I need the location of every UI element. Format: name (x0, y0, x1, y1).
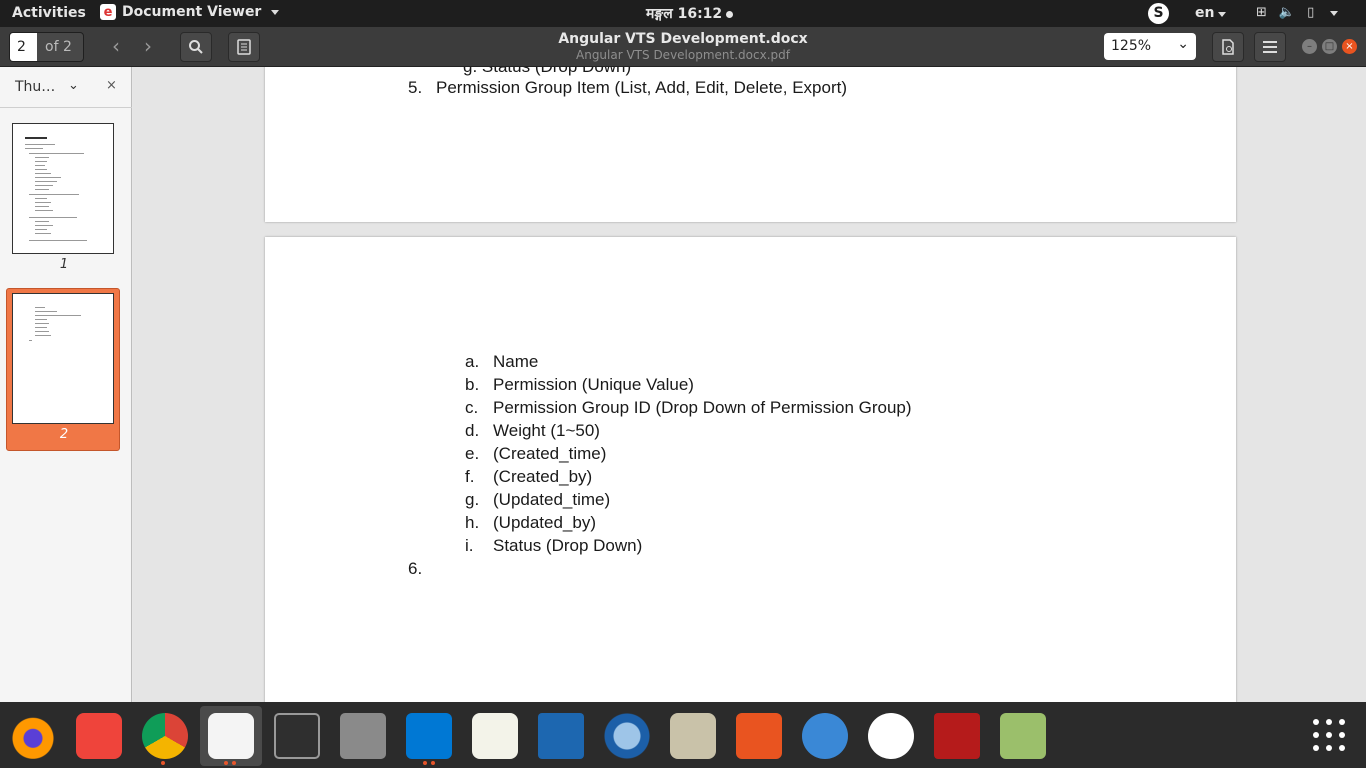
app-menu[interactable]: e Document Viewer (100, 4, 280, 20)
next-page-button[interactable]: › (133, 32, 163, 62)
document-subtitle: Angular VTS Development.docx.pdf (576, 48, 790, 62)
list-item-text: (Created_time) (493, 444, 607, 463)
list-item-text: (Updated_time) (493, 490, 611, 509)
terminal-icon[interactable] (274, 713, 320, 759)
language-label: en (1195, 5, 1215, 21)
zoom-selector[interactable]: 125% ⌄ (1104, 33, 1196, 60)
activities-button[interactable]: Activities (12, 5, 86, 21)
list-marker: g. (465, 490, 480, 509)
help-icon[interactable] (802, 713, 848, 759)
list-marker: h. (465, 513, 480, 532)
filezilla-icon[interactable] (934, 713, 980, 759)
document-page-1: g. Status (Drop Down) 5. Permission Grou… (265, 67, 1236, 222)
list-number: 5. (408, 78, 423, 97)
minimize-button[interactable]: – (1302, 39, 1317, 54)
page-thumbnail-selected[interactable] (12, 293, 114, 424)
rhythmbox-icon[interactable] (670, 713, 716, 759)
document-icon (1222, 39, 1234, 55)
list-item-text: (Updated_by) (493, 513, 597, 532)
close-window-button[interactable]: × (1342, 39, 1357, 54)
list-number: 6. (408, 559, 423, 578)
notification-dot-icon (726, 10, 734, 18)
thumbnail-label: 1 (59, 257, 69, 272)
vscode-icon[interactable] (406, 713, 452, 759)
list-marker: i. (465, 536, 474, 555)
document-page-2: a. Name b. Permission (Unique Value) c. … (265, 237, 1236, 702)
list-marker: d. (465, 421, 480, 440)
document-viewer-icon[interactable] (208, 713, 254, 759)
show-applications-icon[interactable] (1313, 719, 1345, 751)
dock (0, 702, 1366, 768)
search-button[interactable] (180, 32, 212, 62)
list-item-text: Permission Group Item (List, Add, Edit, … (436, 78, 847, 97)
chevron-down-icon (271, 9, 280, 15)
thunderbird-icon[interactable] (604, 713, 650, 759)
thumbnail-label: 2 (59, 427, 69, 442)
sidebar-header: Thu… ⌄ × (0, 67, 132, 108)
chevron-down-icon[interactable]: ⌄ (68, 78, 79, 93)
annotations-icon (237, 39, 251, 55)
chrome-icon[interactable] (142, 713, 188, 759)
document-viewer-app-icon: e (100, 4, 116, 20)
page-count-label: of 2 (45, 39, 72, 55)
page-selector: 2 of 2 (9, 32, 84, 62)
annotations-button[interactable] (228, 32, 260, 62)
chevron-down-icon (1218, 12, 1227, 17)
page-view-button[interactable] (1212, 32, 1244, 62)
firefox-icon[interactable] (10, 713, 56, 759)
volume-icon: 🔈 (1278, 5, 1296, 20)
search-icon (189, 40, 203, 54)
hamburger-icon (1263, 41, 1277, 53)
page-thumbnail[interactable] (12, 123, 114, 254)
document-view[interactable]: g. Status (Drop Down) 5. Permission Grou… (133, 67, 1366, 702)
document-title: Angular VTS Development.docx (558, 31, 808, 47)
anydesk-icon[interactable] (76, 713, 122, 759)
window-title: Angular VTS Development.docx Angular VTS… (483, 31, 883, 62)
list-item-text: (Created_by) (493, 467, 593, 486)
clock-label: मङ्गल 16:12 (646, 6, 723, 22)
app-menu-label: Document Viewer (122, 4, 262, 20)
zoom-value: 125% (1111, 38, 1152, 54)
top-bar: Activities e Document Viewer मङ्गल 16:12… (0, 0, 1366, 27)
header-bar: 2 of 2 ‹ › Angular VTS Development.docx … (0, 27, 1366, 67)
list-marker: f. (465, 467, 475, 486)
network-icon: ⊞ (1256, 5, 1267, 20)
partial-list-item: g. Status (Drop Down) (463, 67, 631, 77)
chevron-down-icon: ⌄ (1177, 36, 1189, 52)
libreoffice-impress-icon[interactable] (538, 713, 584, 759)
sidebar-mode-label[interactable]: Thu… (15, 79, 55, 95)
list-item-text: Weight (1~50) (493, 421, 600, 440)
chevron-down-icon (1330, 11, 1339, 16)
list-marker: c. (465, 398, 479, 417)
system-monitor-icon[interactable] (1000, 713, 1046, 759)
list-item-text: Name (493, 352, 539, 371)
files-icon[interactable] (340, 713, 386, 759)
skype-tray-icon[interactable]: S (1148, 3, 1169, 24)
language-selector[interactable]: en (1195, 5, 1227, 21)
list-item-text: Permission (Unique Value) (493, 375, 694, 394)
close-sidebar-button[interactable]: × (106, 78, 117, 93)
battery-icon: ▯ (1307, 5, 1315, 20)
clock-button[interactable]: मङ्गल 16:12 (646, 4, 734, 23)
list-marker: e. (465, 444, 480, 463)
mongodb-compass-icon[interactable] (868, 713, 914, 759)
text-editor-icon[interactable] (472, 713, 518, 759)
menu-button[interactable] (1254, 32, 1286, 62)
list-item-text: Status (Drop Down) (493, 536, 643, 555)
thumbnail-sidebar: Thu… ⌄ × 1 2 (0, 67, 132, 702)
maximize-button[interactable]: □ (1322, 39, 1337, 54)
software-center-icon[interactable] (736, 713, 782, 759)
list-marker: b. (465, 375, 480, 394)
previous-page-button[interactable]: ‹ (101, 32, 131, 62)
list-item-text: Permission Group ID (Drop Down of Permis… (493, 398, 912, 417)
list-marker: a. (465, 352, 480, 371)
page-number-input[interactable]: 2 (10, 33, 37, 61)
system-menu[interactable]: ⊞ 🔈 ▯ (1256, 5, 1339, 20)
